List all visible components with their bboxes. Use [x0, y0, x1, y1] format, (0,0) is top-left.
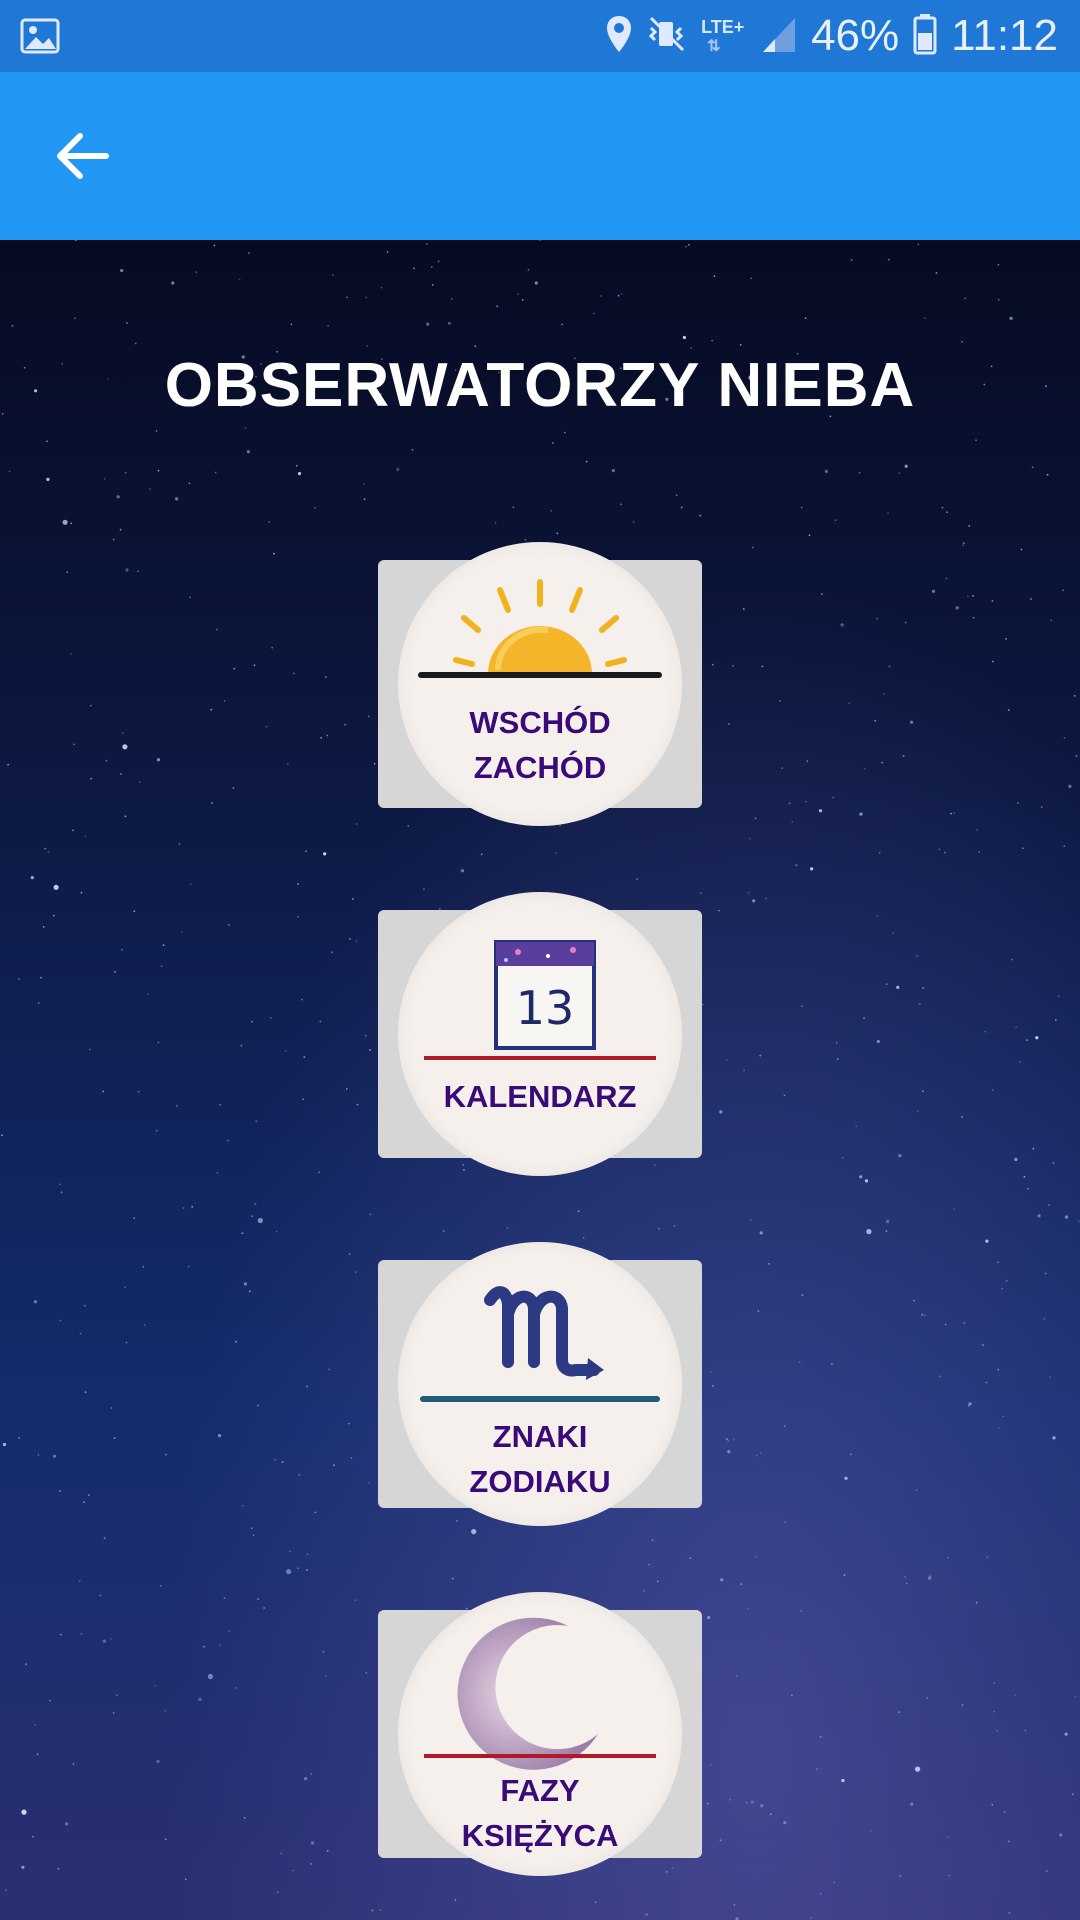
menu-item-label: KALENDARZ: [443, 1079, 637, 1114]
clock: 11:12: [951, 11, 1058, 60]
location-icon: [605, 14, 633, 59]
menu-item-zodiac[interactable]: ZNAKI ZODIAKU: [378, 1242, 702, 1526]
starfield-background: OBSERWATORZY NIEBA WSCHÓD ZACHÓD 13 KALE…: [0, 240, 1080, 1920]
battery-icon: [913, 13, 937, 60]
lte-icon: LTE+ ⇅: [701, 17, 745, 55]
menu-item-disc: 13 KALENDARZ: [398, 892, 682, 1176]
status-bar: LTE+ ⇅ 46% 11:12: [0, 0, 1080, 72]
menu-item-disc: WSCHÓD ZACHÓD: [398, 542, 682, 826]
battery-percent: 46%: [811, 11, 900, 60]
menu-item-disc: ZNAKI ZODIAKU: [398, 1242, 682, 1526]
gallery-icon: [20, 16, 60, 56]
menu-item-sunrise-sunset[interactable]: WSCHÓD ZACHÓD: [378, 542, 702, 826]
arrow-back-icon[interactable]: [50, 124, 114, 188]
menu-item-label: ZNAKI ZODIAKU: [469, 1419, 611, 1499]
calendar-day: 13: [516, 981, 575, 1035]
signal-icon: [761, 14, 797, 59]
page-title: OBSERWATORZY NIEBA: [164, 351, 916, 420]
menu-item-label: WSCHÓD ZACHÓD: [469, 705, 611, 785]
menu-item-disc: FAZY KSIĘŻYCA: [398, 1592, 682, 1876]
menu-item-moon-phases[interactable]: FAZY KSIĘŻYCA: [378, 1592, 702, 1876]
mute-vibrate-icon: [647, 14, 687, 59]
menu-item-label: FAZY KSIĘŻYCA: [461, 1773, 619, 1853]
calendar-icon: 13: [424, 940, 656, 1060]
menu-item-calendar[interactable]: 13 KALENDARZ: [378, 892, 702, 1176]
app-bar: [0, 72, 1080, 240]
